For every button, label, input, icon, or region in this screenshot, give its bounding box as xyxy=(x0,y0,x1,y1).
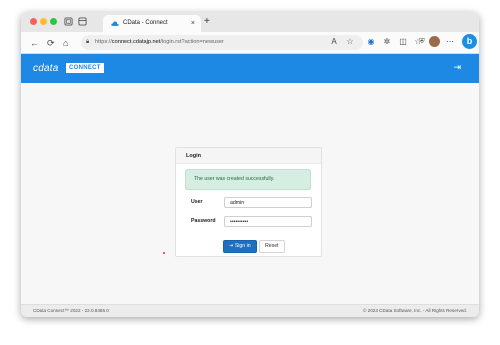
tab-close-icon[interactable]: × xyxy=(191,15,195,32)
puzzle-icon[interactable]: ✲ xyxy=(382,37,392,47)
connect-badge: CONNECT xyxy=(66,63,104,73)
footer-version: CData Connect™ 2022 - 22.0.8486.0 xyxy=(33,308,109,313)
login-title: Login xyxy=(176,148,321,164)
workspaces-icon[interactable] xyxy=(78,17,87,26)
read-aloud-icon[interactable]: A xyxy=(329,37,339,47)
browser-window: CData - Connect × + ← ⟳ ⌂ 🔒︎ https://conn… xyxy=(21,12,479,317)
sign-in-button-icon: ⇥ xyxy=(229,243,234,249)
url-path: /login.rst?action=newuser xyxy=(160,39,224,45)
back-arrow-icon[interactable]: ← xyxy=(30,36,39,50)
cursor-dot xyxy=(163,252,165,254)
bing-copilot-icon[interactable]: b xyxy=(462,34,477,49)
tab-bar: CData - Connect × + xyxy=(21,12,479,32)
reset-button[interactable]: Reset xyxy=(259,240,285,253)
refresh-icon[interactable]: ⟳ xyxy=(47,36,55,50)
new-tab-button[interactable]: + xyxy=(204,14,210,30)
profile-avatar[interactable] xyxy=(429,36,440,47)
url-host: connect.cdatajp.net xyxy=(111,39,161,45)
cdata-logo: cdata xyxy=(33,63,59,74)
split-screen-icon[interactable]: ◫ xyxy=(398,37,408,47)
tab-actions-icon[interactable] xyxy=(64,17,73,26)
page-footer: CData Connect™ 2022 - 22.0.8486.0 © 2023… xyxy=(21,304,479,317)
password-input[interactable] xyxy=(224,216,312,227)
sign-in-button[interactable]: ⇥ Sign in xyxy=(223,240,257,253)
user-input[interactable] xyxy=(224,197,312,208)
main-content: Login The user was created successfully.… xyxy=(21,83,479,304)
success-alert: The user was created successfully. xyxy=(185,169,311,190)
tab-title: CData - Connect xyxy=(123,20,168,26)
sign-in-button-label: Sign in xyxy=(234,243,251,249)
user-label: User xyxy=(191,199,203,205)
sign-in-icon[interactable]: ⇥ xyxy=(453,62,461,73)
minimize-window-button[interactable] xyxy=(40,18,47,25)
extension-icon[interactable]: ◉ xyxy=(366,37,376,47)
maximize-window-button[interactable] xyxy=(50,18,57,25)
login-card: Login The user was created successfully.… xyxy=(175,147,322,257)
password-label: Password xyxy=(191,218,216,224)
footer-copyright: © 2023 CData Software, Inc. - All Rights… xyxy=(363,308,467,313)
app-header: cdata CONNECT ⇥ xyxy=(21,54,479,83)
close-window-button[interactable] xyxy=(30,18,37,25)
shield-icon[interactable]: ⛨ xyxy=(417,37,427,47)
more-menu-icon[interactable]: ⋯ xyxy=(445,37,455,47)
home-icon[interactable]: ⌂ xyxy=(63,36,68,50)
address-bar-row: ← ⟳ ⌂ 🔒︎ https://connect.cdatajp.net/logi… xyxy=(21,32,479,54)
url-prefix: https:// xyxy=(95,39,112,45)
lock-icon: 🔒︎ xyxy=(86,39,90,45)
cloud-favicon-icon xyxy=(111,21,119,26)
url-field[interactable]: 🔒︎ https://connect.cdatajp.net/login.rst?… xyxy=(81,35,363,50)
browser-tab[interactable]: CData - Connect × xyxy=(103,15,201,32)
favorite-star-icon[interactable]: ☆ xyxy=(345,37,355,47)
